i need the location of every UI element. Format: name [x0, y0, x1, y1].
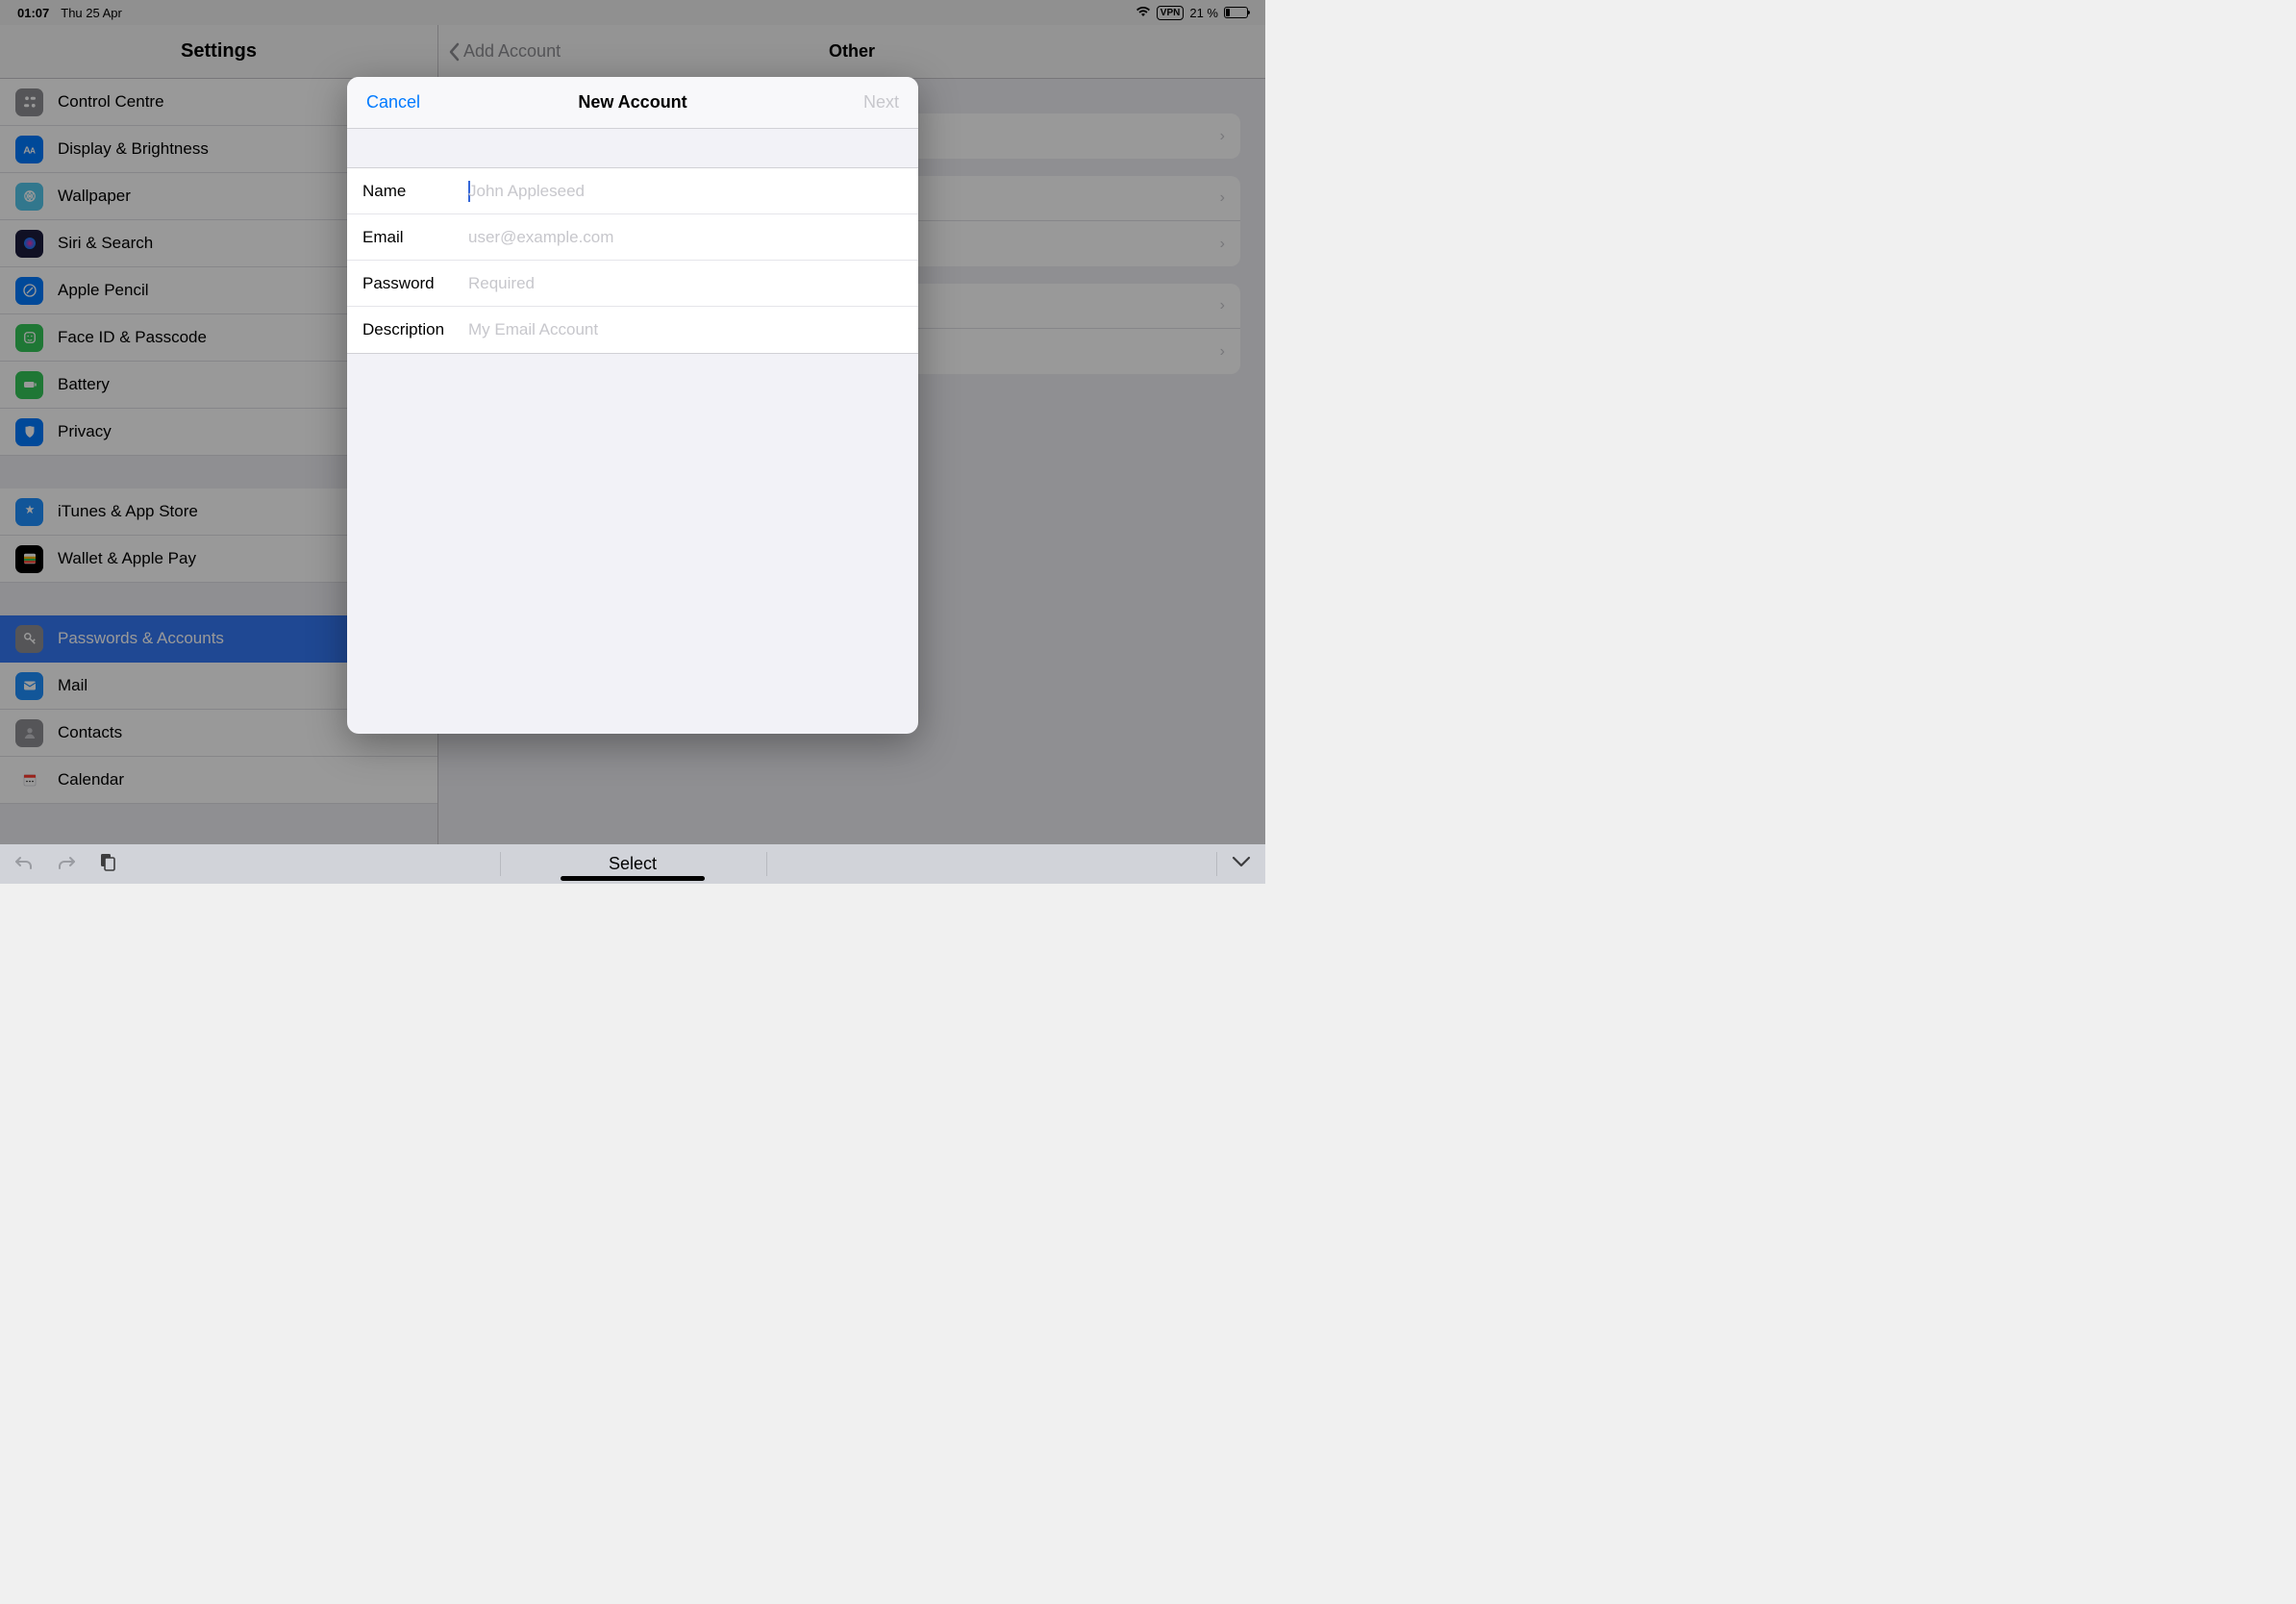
email-label: Email — [362, 228, 468, 247]
home-indicator — [561, 876, 705, 881]
kb-divider — [766, 852, 767, 876]
description-label: Description — [362, 320, 468, 339]
password-row: Password — [347, 261, 918, 307]
name-input[interactable] — [468, 182, 903, 201]
name-label: Name — [362, 182, 468, 201]
password-label: Password — [362, 274, 468, 293]
email-input[interactable] — [468, 228, 903, 247]
kb-divider — [1216, 852, 1217, 876]
description-input[interactable] — [468, 320, 903, 339]
description-row: Description — [347, 307, 918, 353]
select-button[interactable]: Select — [609, 854, 657, 873]
cancel-button[interactable]: Cancel — [366, 92, 420, 113]
password-input[interactable] — [468, 274, 903, 293]
modal-title: New Account — [347, 92, 918, 113]
email-row: Email — [347, 214, 918, 261]
kb-divider — [500, 852, 501, 876]
new-account-modal: Cancel New Account Next Name Email Passw… — [347, 77, 918, 734]
name-row: Name — [347, 168, 918, 214]
next-button[interactable]: Next — [863, 92, 899, 113]
